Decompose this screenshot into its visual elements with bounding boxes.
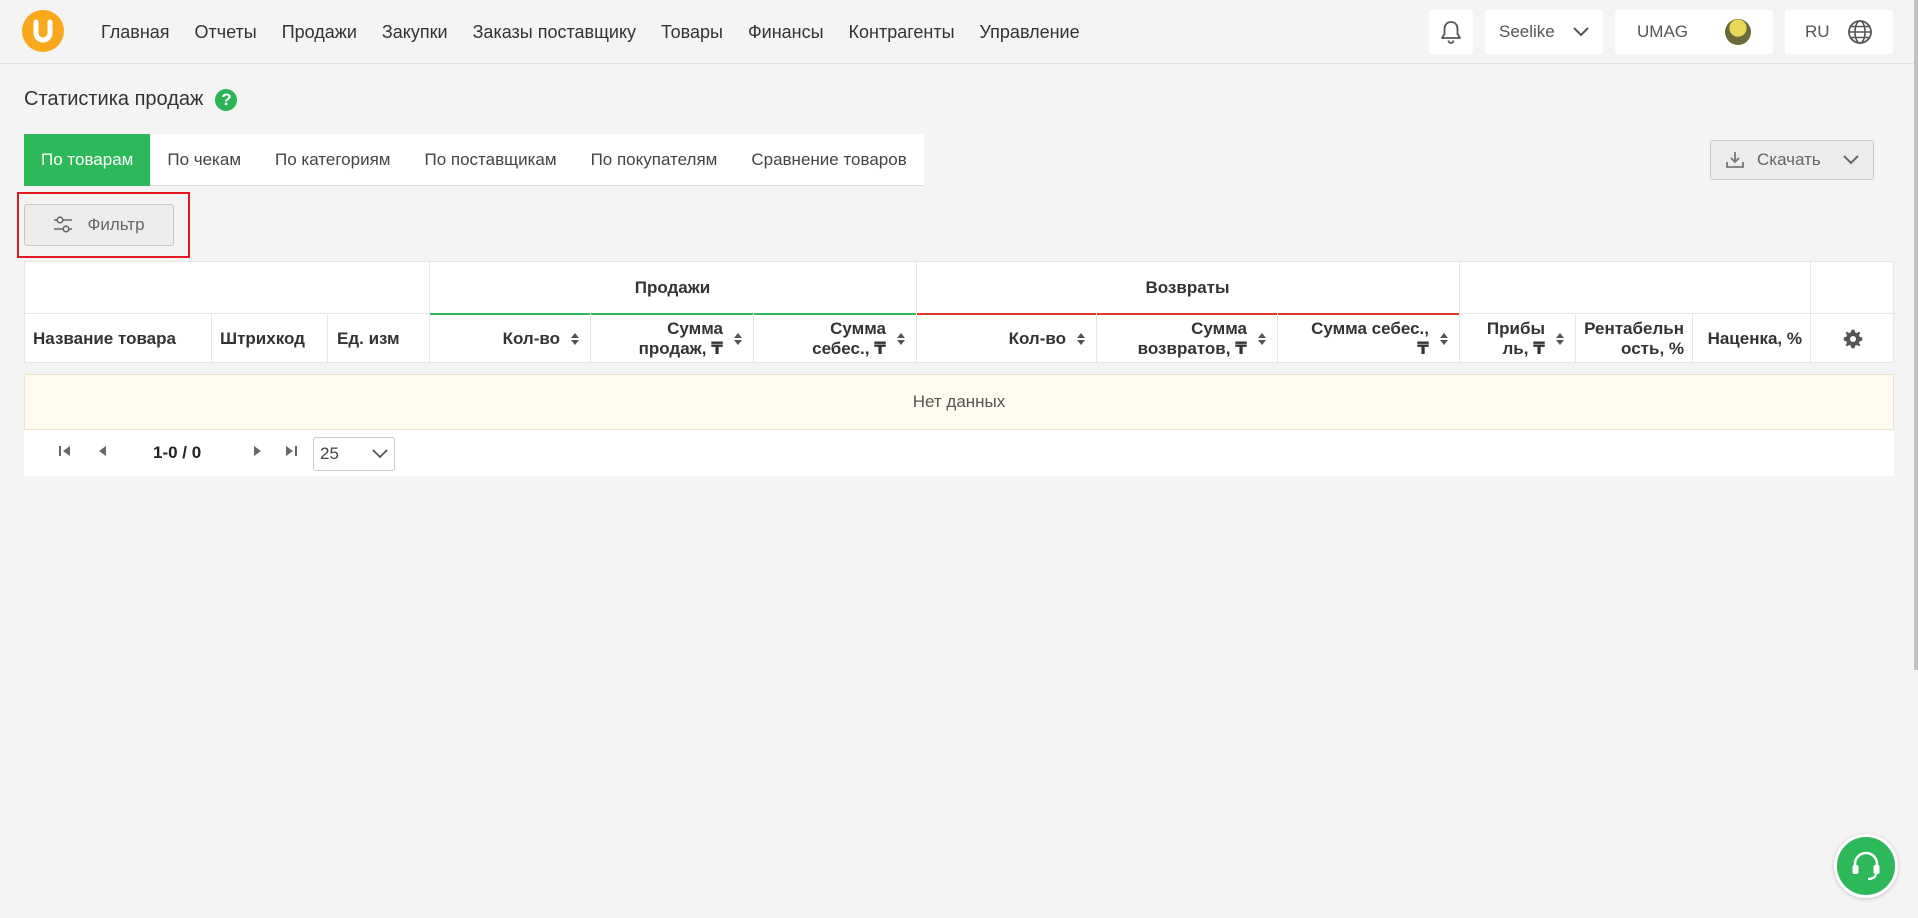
sort-icon <box>571 333 579 345</box>
globe-icon <box>1848 20 1872 44</box>
tab-by-products[interactable]: По товарам <box>24 134 151 186</box>
sliders-icon <box>54 216 73 233</box>
tab-by-categories[interactable]: По категориям <box>258 134 407 186</box>
group-header-sales: Продажи <box>634 277 711 297</box>
tab-by-suppliers[interactable]: По поставщикам <box>407 134 573 186</box>
column-settings-button[interactable] <box>1810 315 1895 363</box>
col-header-returns-sum[interactable]: Сумма возвратов, ₸ <box>1096 315 1267 363</box>
nav-item-management[interactable]: Управление <box>980 22 1080 43</box>
nav-item-sales[interactable]: Продажи <box>282 22 357 43</box>
page-title: Статистика продаж <box>24 88 204 110</box>
language-selector[interactable]: RU <box>1785 10 1893 54</box>
download-icon <box>1726 152 1744 168</box>
col-header-unit[interactable]: Ед. изм <box>337 315 429 363</box>
col-header-sales-cost[interactable]: Сумма себес., ₸ <box>753 315 906 363</box>
header-divider <box>25 313 429 314</box>
nav-item-supplier-orders[interactable]: Заказы поставщику <box>473 22 636 43</box>
group-header-returns: Возвраты <box>1145 277 1230 297</box>
download-label: Скачать <box>1757 150 1821 169</box>
col-header-profit[interactable]: Прибы ль, ₸ <box>1459 315 1565 363</box>
filter-label: Фильтр <box>87 215 145 234</box>
nav-item-purchases[interactable]: Закупки <box>382 22 448 43</box>
store-name: UMAG <box>1637 22 1688 41</box>
page-range: 1-0 / 0 <box>153 443 202 462</box>
company-name: Seelike <box>1499 22 1555 41</box>
headset-icon <box>1852 851 1880 881</box>
sort-icon <box>897 333 905 345</box>
chevron-down-icon <box>1843 155 1859 165</box>
language-label: RU <box>1805 22 1830 41</box>
avatar <box>1725 19 1751 45</box>
last-page-icon[interactable] <box>284 444 298 458</box>
prev-page-icon[interactable] <box>96 444 110 458</box>
sort-icon <box>1440 333 1448 345</box>
store-account-menu[interactable]: UMAG <box>1615 10 1773 54</box>
download-button[interactable]: Скачать <box>1710 140 1874 180</box>
empty-table-message: Нет данных <box>24 374 1894 430</box>
page-header: Статистика продаж ? <box>24 88 238 111</box>
nav-item-home[interactable]: Главная <box>101 22 170 43</box>
logo-u-icon <box>33 19 53 43</box>
col-header-barcode[interactable]: Штрихкод <box>220 315 327 363</box>
support-chat-button[interactable] <box>1834 834 1898 898</box>
header-divider <box>1459 313 1895 314</box>
nav-item-reports[interactable]: Отчеты <box>195 22 257 43</box>
first-page-icon[interactable] <box>58 444 72 458</box>
col-header-profitability[interactable]: Рентабельн ость, % <box>1575 315 1684 363</box>
sort-icon <box>1258 333 1266 345</box>
bell-icon <box>1441 21 1461 44</box>
nav-right-controls: Seelike UMAG RU <box>1429 9 1893 55</box>
tab-product-comparison[interactable]: Сравнение товаров <box>734 134 923 186</box>
page-scrollbar[interactable] <box>1914 0 1918 670</box>
help-icon[interactable]: ? <box>215 88 238 111</box>
company-selector[interactable]: Seelike <box>1485 10 1603 54</box>
umag-logo[interactable] <box>22 10 64 52</box>
gear-icon <box>1843 329 1862 349</box>
next-page-icon[interactable] <box>250 444 264 458</box>
sort-icon <box>734 333 742 345</box>
sort-icon <box>1556 333 1564 345</box>
main-menu: Главная Отчеты Продажи Закупки Заказы по… <box>101 0 1105 64</box>
page-size-select[interactable]: 25 <box>313 437 395 471</box>
col-header-returns-qty[interactable]: Кол-во <box>916 315 1086 363</box>
chevron-down-icon <box>372 449 388 459</box>
filter-button[interactable]: Фильтр <box>24 204 174 246</box>
nav-item-finances[interactable]: Финансы <box>748 22 824 43</box>
top-navbar: Главная Отчеты Продажи Закупки Заказы по… <box>0 0 1918 64</box>
col-header-markup[interactable]: Наценка, % <box>1692 315 1802 363</box>
pagination: 1-0 / 0 25 <box>24 430 1894 476</box>
col-header-sales-qty[interactable]: Кол-во <box>429 315 580 363</box>
nav-item-products[interactable]: Товары <box>661 22 723 43</box>
col-header-returns-cost[interactable]: Сумма себес., ₸ <box>1277 315 1449 363</box>
tab-by-receipts[interactable]: По чекам <box>150 134 258 186</box>
sort-icon <box>1077 333 1085 345</box>
nav-item-counterparties[interactable]: Контрагенты <box>849 22 955 43</box>
page-size-value: 25 <box>320 444 339 463</box>
notifications-button[interactable] <box>1429 10 1473 54</box>
chevron-down-icon <box>1573 27 1589 37</box>
col-header-sales-sum[interactable]: Сумма продаж, ₸ <box>590 315 743 363</box>
sales-stats-table-header: Продажи Возвраты Название товара Штрихко… <box>24 261 1895 363</box>
report-tabs: По товарам По чекам По категориям По пос… <box>24 134 924 186</box>
col-header-product-name[interactable]: Название товара <box>33 315 211 363</box>
tab-by-customers[interactable]: По покупателям <box>574 134 735 186</box>
